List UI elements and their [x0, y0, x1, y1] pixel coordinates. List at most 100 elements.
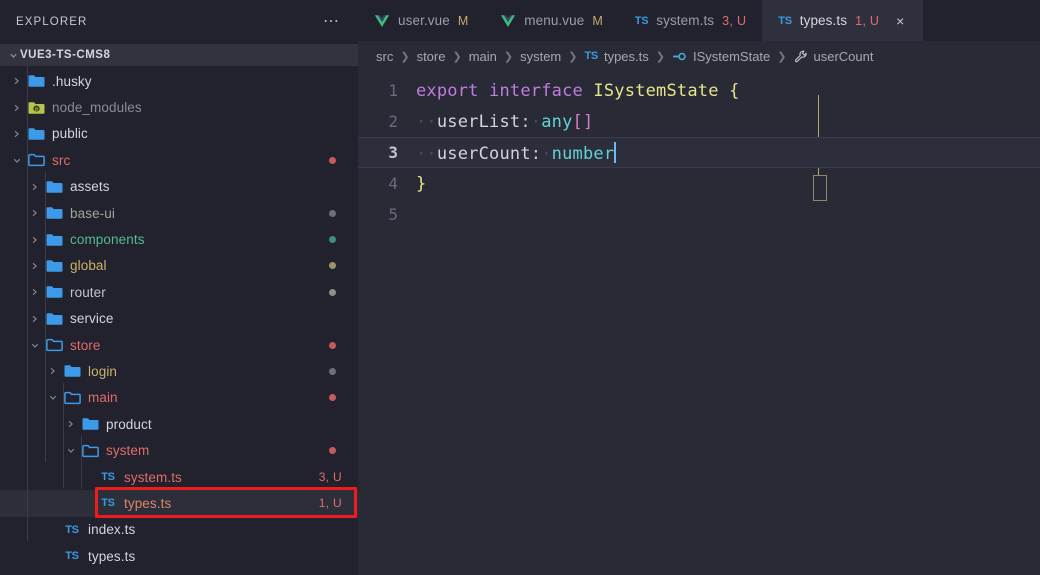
chevron-right-icon[interactable] — [26, 314, 43, 324]
ellipsis-icon[interactable]: ⋯ — [319, 14, 344, 30]
code-editor[interactable]: 1 export interface ISystemState { 2 ··us… — [358, 71, 1040, 230]
code-line: 2 ··userList:·any[] — [358, 106, 1040, 137]
indent-dots: ·· — [416, 143, 437, 164]
chevron-down-icon — [6, 51, 20, 60]
editor-tab-user-vue[interactable]: user.vue M — [358, 0, 484, 41]
chevron-down-icon[interactable] — [62, 446, 79, 455]
breadcrumb-label: system — [520, 48, 562, 64]
tab-label: menu.vue — [524, 13, 585, 28]
breadcrumb-item[interactable]: userCount — [794, 49, 873, 64]
line-number: 3 — [388, 143, 398, 162]
tree-item-status-dot — [329, 394, 336, 402]
tree-folder-row[interactable]: base-ui — [0, 200, 358, 226]
tree-folder-row[interactable]: store — [0, 332, 358, 358]
ts-file-icon: TS — [101, 471, 115, 484]
breadcrumb-item[interactable]: TS types.ts — [584, 49, 648, 64]
tab-status-badge: M — [592, 13, 603, 28]
breadcrumb-item[interactable]: store — [417, 49, 446, 64]
tree-folder-row[interactable]: main — [0, 385, 358, 411]
vue-file-icon — [374, 14, 390, 28]
ts-file-icon: TS — [634, 14, 649, 27]
tree-item-status-dot — [329, 341, 336, 349]
breadcrumb-item[interactable]: system — [520, 49, 561, 64]
tab-label: types.ts — [799, 13, 848, 28]
tree-item-label: src — [52, 152, 71, 168]
tree-folder-row[interactable]: product — [0, 411, 358, 437]
editor-tab-bar: user.vue Mmenu.vue M TS system.ts 3, U TS types… — [358, 0, 1040, 41]
folder-open-icon — [43, 338, 65, 352]
vue-file-icon — [500, 14, 516, 28]
chevron-right-icon[interactable] — [8, 129, 25, 139]
tree-file-row[interactable]: TS system.ts 3, U — [0, 464, 358, 490]
tree-item-label: components — [70, 232, 145, 248]
tree-folder-row[interactable]: public — [0, 121, 358, 147]
chevron-right-icon[interactable] — [8, 103, 25, 113]
token-interface-name: ISystemState — [593, 80, 719, 101]
chevron-right-icon[interactable] — [26, 182, 43, 192]
folder-open-icon — [25, 153, 47, 167]
editor-tab-menu-vue[interactable]: menu.vue M — [484, 0, 619, 41]
token-property-userList: userList — [436, 111, 521, 132]
chevron-right-icon[interactable] — [44, 366, 61, 376]
tree-folder-row[interactable]: src — [0, 147, 358, 173]
tree-item-status-dot — [329, 367, 336, 375]
token-keyword-export: export — [416, 80, 479, 101]
property-wrench-icon — [794, 50, 808, 63]
tree-folder-row[interactable]: system — [0, 437, 358, 463]
folder-blue-icon — [61, 364, 83, 378]
tree-item-label: public — [52, 126, 88, 142]
tree-item-label: login — [88, 363, 118, 379]
breadcrumb-label: main — [468, 48, 497, 64]
ts-file-icon: TS — [778, 14, 792, 27]
line-content: export interface ISystemState { — [416, 81, 740, 101]
chevron-right-icon[interactable] — [8, 76, 25, 86]
chevron-down-icon[interactable] — [26, 341, 43, 350]
token-close-brace: } — [416, 173, 427, 194]
chevron-right-icon[interactable] — [62, 419, 79, 429]
chevron-right-icon[interactable] — [26, 261, 43, 271]
code-line: 1 export interface ISystemState { — [358, 75, 1040, 106]
tree-folder-row[interactable]: login — [0, 358, 358, 384]
tree-item-label: index.ts — [88, 522, 136, 538]
folder-blue-icon — [79, 417, 101, 431]
ts-file-icon: TS — [65, 523, 79, 536]
tree-folder-row[interactable]: router — [0, 279, 358, 305]
close-icon[interactable]: × — [893, 14, 907, 28]
tree-item-label: assets — [70, 179, 110, 195]
breadcrumb-separator: ❯ — [777, 50, 787, 63]
breadcrumb-item[interactable]: src — [376, 49, 393, 64]
tree-file-row[interactable]: TS index.ts — [0, 517, 358, 543]
chevron-down-icon[interactable] — [44, 393, 61, 402]
tree-folder-row[interactable]: .husky — [0, 68, 358, 94]
tree-folder-row[interactable]: service — [0, 306, 358, 332]
editor-tab-types-ts[interactable]: TS types.ts 1, U × — [762, 0, 924, 41]
tree-folder-row[interactable]: assets — [0, 174, 358, 200]
chevron-right-icon[interactable] — [26, 287, 43, 297]
tree-folder-row[interactable]: global — [0, 253, 358, 279]
ts-file-icon: TS — [65, 550, 79, 563]
line-content: } — [416, 174, 426, 194]
breadcrumb-item[interactable]: main — [469, 49, 497, 64]
chevron-down-icon[interactable] — [8, 156, 25, 165]
chevron-right-icon[interactable] — [26, 208, 43, 218]
explorer-header: EXPLORER ⋯ — [0, 0, 358, 44]
chevron-right-icon[interactable] — [26, 235, 43, 245]
tree-folder-row[interactable]: components — [0, 226, 358, 252]
tree-file-row[interactable]: TS types.ts — [0, 543, 358, 569]
tree-folder-row[interactable]: @ node_modules — [0, 94, 358, 120]
workspace-root-row[interactable]: VUE3-TS-CMS8 — [0, 44, 358, 66]
editor-tab-system-ts[interactable]: TS system.ts 3, U — [619, 0, 763, 41]
breadcrumb-item[interactable]: ISystemState — [672, 49, 770, 64]
tree-file-row[interactable]: TS types.ts 1, U — [0, 490, 358, 517]
token-array-brackets: [] — [572, 111, 594, 132]
breadcrumb-separator: ❯ — [503, 50, 514, 63]
